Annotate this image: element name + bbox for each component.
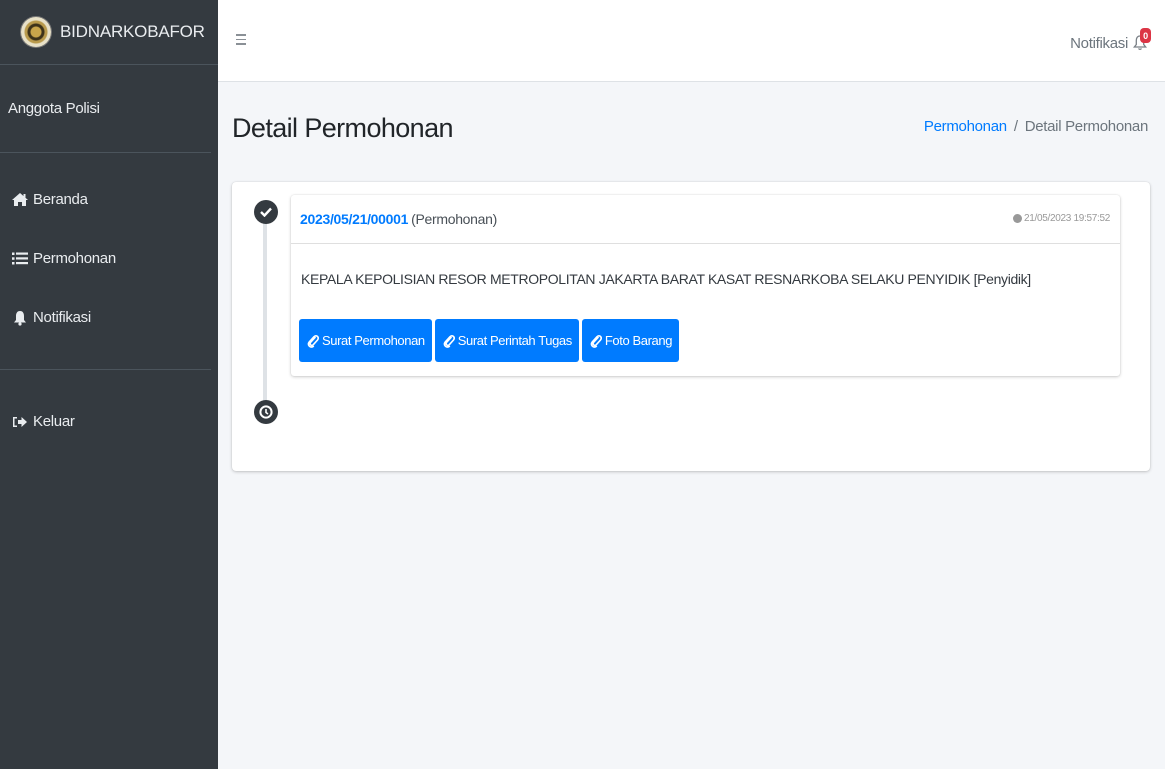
sidebar-item-keluar[interactable]: Keluar bbox=[0, 392, 218, 451]
check-icon bbox=[254, 200, 278, 224]
brand-name: BIDNARKOBAFOR bbox=[60, 22, 205, 41]
button-label: Surat Permohonan bbox=[322, 333, 425, 348]
sidebar-item-beranda[interactable]: Beranda bbox=[0, 170, 218, 229]
sidebar-item-label: Notifikasi bbox=[33, 309, 91, 326]
button-label: Foto Barang bbox=[604, 333, 673, 348]
page-title: Detail Permohonan bbox=[232, 113, 454, 143]
bell-icon bbox=[9, 310, 31, 326]
permohonan-number-link[interactable]: 2023/05/21/00001 bbox=[300, 211, 408, 227]
surat-perintah-tugas-button[interactable]: Surat Perintah Tugas bbox=[434, 319, 579, 362]
notification-count-badge: 0 bbox=[1140, 28, 1151, 43]
paperclip-icon bbox=[307, 334, 319, 348]
sidebar-item-notifikasi[interactable]: Notifikasi bbox=[0, 288, 218, 347]
notification-button[interactable]: Notifikasi 0 bbox=[1070, 28, 1151, 52]
notification-label: Notifikasi bbox=[1070, 34, 1128, 52]
sidebar-item-label: Permohonan bbox=[33, 250, 116, 267]
list-icon bbox=[9, 251, 31, 266]
paperclip-icon bbox=[590, 334, 602, 348]
top-navbar: Notifikasi 0 bbox=[218, 0, 1165, 82]
timeline-line bbox=[263, 202, 267, 416]
brand-link[interactable]: BIDNARKOBAFOR bbox=[0, 0, 218, 65]
sidebar: BIDNARKOBAFOR Anggota Polisi Beranda Per… bbox=[0, 0, 218, 769]
timeline-item-footer: Surat Permohonan Surat Perintah Tugas Fo… bbox=[299, 319, 680, 362]
content-header: Detail Permohonan Permohonan / Detail Perm… bbox=[218, 82, 1165, 182]
paperclip-icon bbox=[443, 334, 455, 348]
user-name[interactable]: Anggota Polisi bbox=[8, 100, 100, 117]
timeline-time: 21/05/2023 19:57:52 bbox=[1012, 213, 1110, 224]
timeline-item: 2023/05/21/00001 (Permohonan) 21/05/2023… bbox=[291, 195, 1120, 376]
permohonan-type: (Permohonan) bbox=[411, 211, 497, 227]
sidebar-item-label: Keluar bbox=[33, 413, 75, 430]
detail-card: 2023/05/21/00001 (Permohonan) 21/05/2023… bbox=[232, 182, 1150, 471]
clock-icon bbox=[254, 400, 278, 424]
breadcrumb-link-permohonan[interactable]: Permohonan bbox=[924, 118, 1007, 135]
sidebar-item-permohonan[interactable]: Permohonan bbox=[0, 229, 218, 288]
button-label: Surat Perintah Tugas bbox=[457, 333, 573, 348]
timeline-item-header: 2023/05/21/00001 (Permohonan) bbox=[291, 195, 1120, 244]
brand-logo bbox=[21, 17, 51, 47]
sidebar-nav: Beranda Permohonan Notifikasi Keluar bbox=[0, 153, 218, 451]
breadcrumb-separator: / bbox=[1013, 118, 1018, 135]
user-panel: Anggota Polisi bbox=[0, 65, 211, 153]
menu-toggle-icon[interactable] bbox=[236, 34, 246, 48]
foto-barang-button[interactable]: Foto Barang bbox=[581, 319, 680, 362]
breadcrumb-current: Detail Permohonan bbox=[1024, 118, 1149, 135]
bell-outline-icon: 0 bbox=[1132, 28, 1151, 52]
home-icon bbox=[9, 192, 31, 207]
timeline-timestamp: 21/05/2023 19:57:52 bbox=[1023, 213, 1110, 224]
sidebar-item-label: Beranda bbox=[33, 191, 88, 208]
sidebar-divider bbox=[0, 369, 211, 370]
timeline-item-body: KEPALA KEPOLISIAN RESOR METROPOLITAN JAK… bbox=[301, 271, 1031, 287]
clock-small-icon bbox=[1012, 214, 1022, 223]
surat-permohonan-button[interactable]: Surat Permohonan bbox=[299, 319, 432, 362]
sign-out-icon bbox=[9, 415, 31, 429]
breadcrumb: Permohonan / Detail Permohonan bbox=[924, 118, 1148, 135]
